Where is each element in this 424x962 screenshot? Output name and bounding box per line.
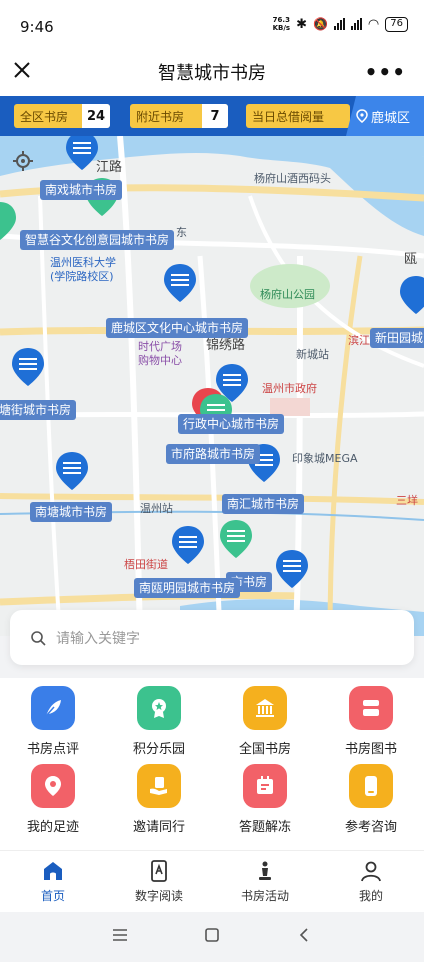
library-label[interactable]: 南塘城市书房: [30, 502, 113, 522]
tab-mine[interactable]: 我的: [318, 859, 424, 904]
library-pin[interactable]: [162, 262, 198, 304]
reader-icon: [151, 860, 167, 882]
grid-item-books[interactable]: 书房图书: [318, 686, 424, 757]
clock: 9:46: [20, 18, 54, 36]
network-speed: 76.3 KB/s: [272, 16, 291, 32]
library-label[interactable]: 鹿城区文化中心城市书房: [106, 318, 249, 338]
title-bar: 智慧城市书房 •••: [0, 54, 424, 96]
map-poi-ou: 瓯: [404, 252, 418, 267]
total-rooms-count: 24: [82, 104, 110, 128]
menu-icon[interactable]: [112, 927, 128, 943]
home-square-icon[interactable]: [204, 927, 220, 943]
bottom-nav: 首页 数字阅读 书房活动 我的: [0, 850, 424, 912]
library-pin[interactable]: [10, 346, 46, 388]
nearby-rooms-chip: 附近书房 7: [130, 104, 228, 128]
phone-icon: [349, 764, 393, 808]
map-poi-sanyang: 三垟: [396, 494, 418, 507]
page-title: 智慧城市书房: [158, 63, 266, 84]
map-poi-binjiang: 滨江: [348, 334, 370, 347]
library-pin-active[interactable]: [0, 200, 18, 242]
medal-icon: [137, 686, 181, 730]
library-pin-active[interactable]: [218, 518, 254, 560]
nearby-rooms-count: 7: [202, 104, 228, 128]
district-selector[interactable]: 鹿城区: [346, 96, 424, 136]
grid-item-invite[interactable]: 邀请同行: [106, 764, 212, 835]
map-poi-park: 杨府山公园: [260, 288, 315, 301]
library-pin[interactable]: [398, 274, 424, 316]
grid-item-footprint[interactable]: 我的足迹: [0, 764, 106, 835]
map-poi-gov: 温州市政府: [262, 382, 317, 395]
grid-item-national[interactable]: 全国书房: [212, 686, 318, 757]
library-label[interactable]: 行政中心城市书房: [178, 414, 285, 434]
today-borrow-chip: 当日总借阅量: [246, 104, 350, 128]
tab-home[interactable]: 首页: [0, 859, 106, 904]
library-label[interactable]: 市府路城市书房: [166, 444, 261, 464]
quiz-icon: [243, 764, 287, 808]
status-bar: 9:46 76.3 KB/s ✱ 🔕 ◠ 76: [0, 0, 424, 54]
mute-icon: 🔕: [312, 17, 328, 31]
library-label[interactable]: 新田园城: [370, 328, 424, 348]
search-placeholder: 请输入关键字: [56, 630, 140, 647]
home-icon: [44, 862, 62, 880]
feature-grid: 书房点评 积分乐园 全国书房 书房图书 我的足迹 邀请同行 答题解冻 参考咨询: [0, 678, 424, 850]
chess-icon: [259, 861, 271, 880]
tab-reading[interactable]: 数字阅读: [106, 859, 212, 904]
grid-item-consult[interactable]: 参考咨询: [318, 764, 424, 835]
map-poi-wenzhou-station: 温州站: [140, 502, 173, 515]
signal-2-icon: [350, 18, 362, 30]
grid-item-quiz[interactable]: 答题解冻: [212, 764, 318, 835]
grid-item-points[interactable]: 积分乐园: [106, 686, 212, 757]
library-pin[interactable]: [274, 548, 310, 590]
library-label[interactable]: 智慧谷文化创意园城市书房: [20, 230, 175, 250]
map-view[interactable]: 江路 杨府山酒西码头 东 温州医科大学 (学院路校区) 杨府山公园 时代广场 购…: [0, 136, 424, 636]
feather-icon: [31, 686, 75, 730]
tab-activities[interactable]: 书房活动: [212, 859, 318, 904]
battery-icon: 76: [385, 16, 408, 32]
library-pin[interactable]: [64, 136, 100, 172]
search-icon: [31, 630, 46, 646]
back-icon[interactable]: [296, 927, 312, 943]
search-bar[interactable]: 请输入关键字: [10, 610, 414, 665]
map-poi-station-xincheng: 新城站: [296, 348, 329, 361]
library-label[interactable]: 南戏城市书房: [40, 180, 123, 200]
map-poi-mega: 印象城MEGA: [292, 452, 358, 465]
grid-item-review[interactable]: 书房点评: [0, 686, 106, 757]
building-icon: [243, 686, 287, 730]
location-icon: [31, 764, 75, 808]
total-rooms-chip: 全区书房 24: [14, 104, 110, 128]
map-poi-pier: 杨府山酒西码头: [254, 172, 331, 185]
wifi-icon: ◠: [367, 16, 380, 32]
signal-icon: [333, 18, 345, 30]
user-icon: [361, 861, 381, 882]
map-poi-wutian: 梧田街道: [124, 558, 168, 571]
more-icon[interactable]: •••: [365, 60, 406, 84]
system-nav-bar: [0, 912, 424, 962]
map-poi-east: 东: [176, 226, 187, 239]
invite-hand-icon: [137, 764, 181, 808]
library-label[interactable]: 塘街城市书房: [0, 400, 77, 420]
status-icons: 76.3 KB/s ✱ 🔕 ◠ 76: [273, 16, 408, 32]
book-icon: [349, 686, 393, 730]
location-pin-icon: [356, 109, 368, 123]
bluetooth-icon: ✱: [296, 16, 307, 32]
library-pin[interactable]: [54, 450, 90, 492]
stats-strip: 全区书房 24 附近书房 7 当日总借阅量 鹿城区: [0, 96, 424, 136]
map-poi-hospital: 温州医科大学 (学院路校区): [50, 256, 116, 283]
library-label[interactable]: 南瓯明园城市书房: [134, 578, 241, 598]
locate-icon[interactable]: [12, 150, 34, 172]
map-poi-mall: 时代广场 购物中心: [138, 340, 182, 367]
library-pin[interactable]: [170, 524, 206, 566]
library-label[interactable]: 南汇城市书房: [222, 494, 305, 514]
